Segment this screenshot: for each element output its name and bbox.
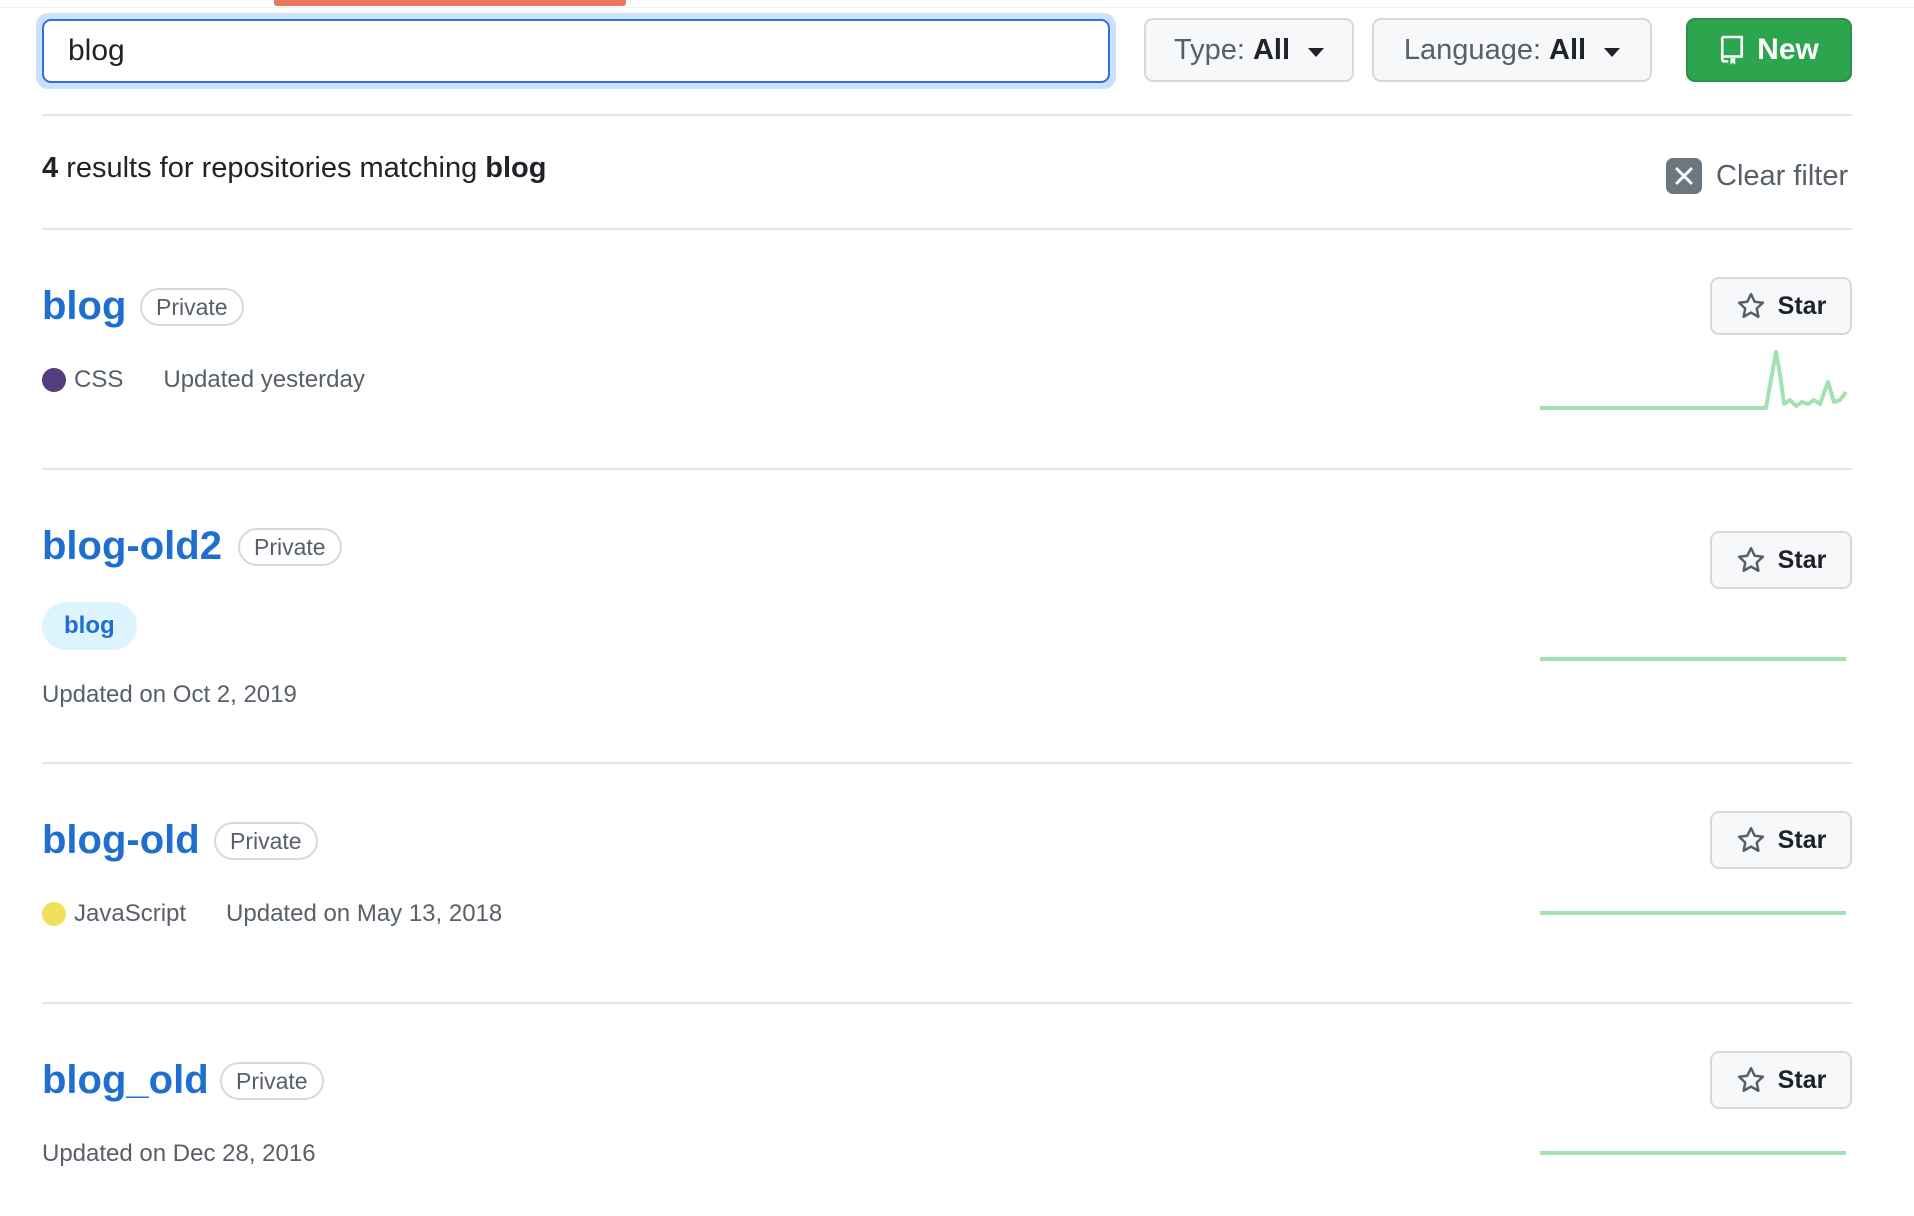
repo-name-link[interactable]: blog [42, 284, 126, 329]
repo-meta: Updated on Oct 2, 2019 [42, 681, 297, 709]
topic-tag[interactable]: blog [42, 602, 137, 650]
results-query: blog [485, 152, 547, 184]
repo-meta: CSS Updated yesterday [42, 366, 365, 394]
caret-down-icon [1604, 47, 1621, 57]
divider [42, 1002, 1852, 1004]
divider [42, 468, 1852, 470]
repo-name-link[interactable]: blog-old [42, 818, 200, 863]
star-button-label: Star [1777, 291, 1827, 320]
star-button[interactable]: Star [1710, 531, 1852, 589]
repository-search-input[interactable] [42, 19, 1110, 83]
star-button[interactable]: Star [1710, 811, 1852, 869]
search-focus-ring [36, 13, 1116, 89]
star-button[interactable]: Star [1710, 1051, 1852, 1109]
clear-filter-button[interactable]: Clear filter [1666, 156, 1848, 196]
language-color-dot [42, 368, 66, 392]
new-button-label: New [1757, 33, 1819, 66]
repo-icon [1719, 35, 1745, 65]
type-filter-prefix: Type: [1174, 33, 1245, 66]
language-color-dot [42, 902, 66, 926]
activity-sparkline [1540, 350, 1848, 410]
results-text: results for repositories matching [58, 152, 486, 184]
activity-sparkline [1540, 911, 1846, 915]
repo-language: JavaScript [74, 900, 187, 927]
new-repository-button[interactable]: New [1686, 18, 1852, 82]
repo-updated: Updated yesterday [163, 366, 365, 393]
repo-updated: Updated on May 13, 2018 [226, 900, 503, 927]
visibility-badge: Private [140, 288, 244, 326]
activity-sparkline [1540, 1151, 1846, 1155]
repo-meta: Updated on Dec 28, 2016 [42, 1140, 316, 1168]
star-button-label: Star [1777, 825, 1827, 854]
language-filter-value: All [1549, 33, 1587, 66]
clear-filter-label: Clear filter [1716, 159, 1849, 192]
divider [42, 762, 1852, 764]
divider [42, 114, 1852, 116]
repo-language: CSS [74, 366, 124, 393]
results-count: 4 [42, 152, 59, 184]
visibility-badge: Private [214, 822, 318, 860]
type-filter-value: All [1252, 33, 1290, 66]
close-icon [1666, 158, 1702, 194]
divider [42, 228, 1852, 230]
repo-name-link[interactable]: blog-old2 [42, 524, 222, 569]
header-divider [0, 7, 1914, 8]
repo-meta: JavaScript Updated on May 13, 2018 [42, 900, 502, 928]
type-filter-dropdown[interactable]: Type: All [1144, 18, 1354, 82]
star-button[interactable]: Star [1710, 277, 1852, 335]
star-icon [1736, 545, 1766, 575]
visibility-badge: Private [220, 1062, 324, 1100]
activity-sparkline [1540, 657, 1846, 661]
results-summary: 4 results for repositories matching blog [42, 152, 546, 185]
star-button-label: Star [1777, 1065, 1827, 1094]
visibility-badge: Private [238, 528, 342, 566]
star-icon [1736, 1065, 1766, 1095]
star-icon [1736, 291, 1766, 321]
star-button-label: Star [1777, 545, 1827, 574]
repo-name-link[interactable]: blog_old [42, 1058, 209, 1103]
active-tab-indicator [274, 0, 626, 6]
caret-down-icon [1308, 47, 1324, 57]
repo-updated: Updated on Oct 2, 2019 [42, 681, 297, 708]
language-filter-dropdown[interactable]: Language: All [1372, 18, 1652, 82]
repo-updated: Updated on Dec 28, 2016 [42, 1140, 316, 1167]
language-filter-prefix: Language: [1403, 33, 1542, 66]
repositories-page: Type: All Language: All New 4 results fo… [0, 0, 1914, 1216]
star-icon [1736, 825, 1766, 855]
